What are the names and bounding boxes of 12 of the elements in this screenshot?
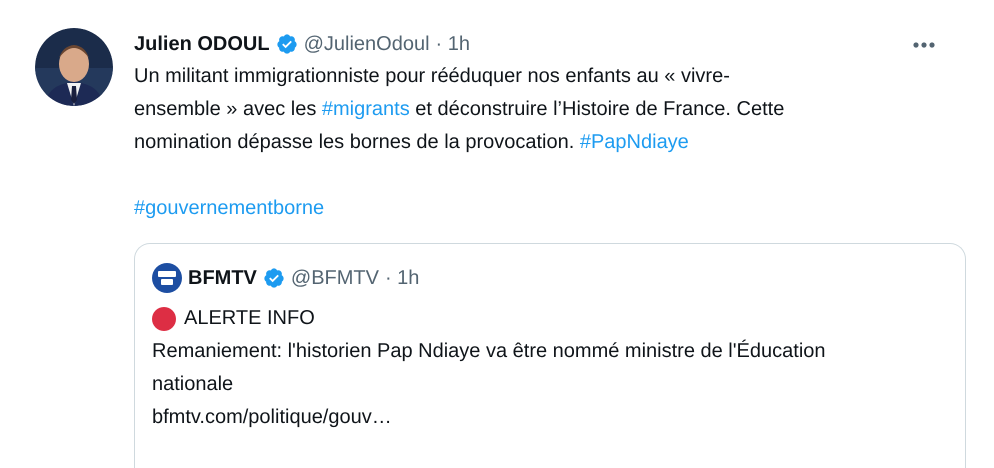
post-time[interactable]: · 1h bbox=[384, 266, 420, 290]
alert-label: ALERTE INFO bbox=[184, 307, 315, 330]
author-name[interactable]: BFMTV bbox=[188, 266, 257, 290]
author-name[interactable]: Julien ODOUL bbox=[134, 32, 270, 56]
more-options-icon[interactable] bbox=[913, 42, 935, 48]
article-link[interactable]: bfmtv.com/politique/gouv… bbox=[152, 406, 392, 428]
author-handle[interactable]: @BFMTV bbox=[290, 266, 379, 290]
author-handle[interactable]: @JulienOdoul bbox=[304, 32, 430, 56]
post-time[interactable]: · 1h bbox=[436, 32, 470, 56]
tweet-text: Un militant immigrationniste pour rééduquer nos enfants au « vivre-ensemble » avec les #migrants et déconstruire l’Histoire de France. Cette nomination dépasse les bornes de la provocation. #PapNdiaye bbox=[134, 64, 786, 155]
quoted-tweet-card[interactable]: BFMTV @BFMTV · 1h ALERTE INFO Remaniement: l'historien Pap Ndiaye va être nommé ministre de l'Éducation nationale bfmtv.com/politique/gouv… bbox=[134, 243, 966, 468]
channel-logo-icon bbox=[152, 263, 182, 293]
